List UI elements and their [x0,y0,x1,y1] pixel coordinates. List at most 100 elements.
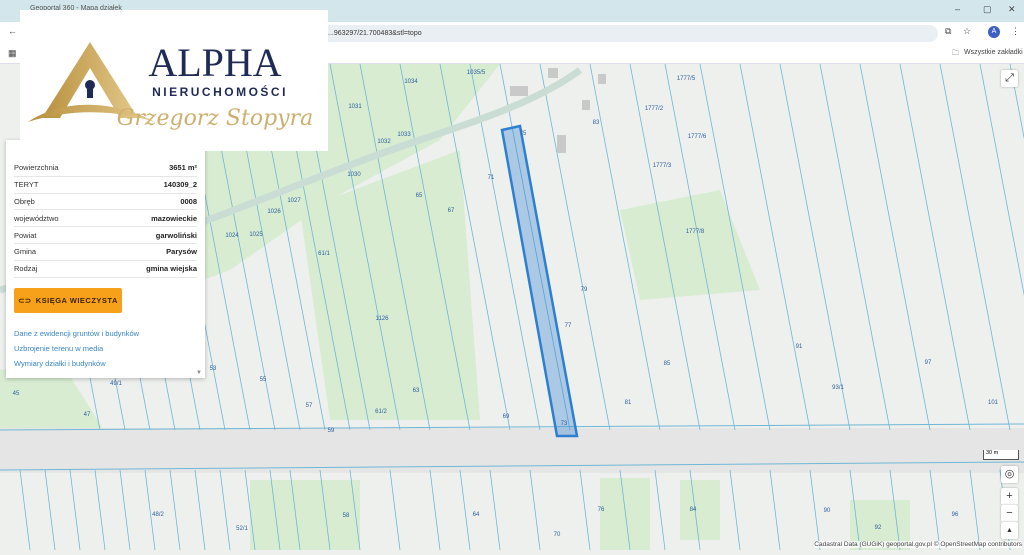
zoom-out-button[interactable]: − [1001,505,1018,522]
cast-icon[interactable]: ⧉ [945,26,951,37]
folder-icon: 🗀 [952,50,959,57]
info-row: województwo mazowieckie [14,210,197,228]
parcel-label[interactable]: 57 [306,403,313,409]
parcel-label[interactable]: 47 [84,412,91,418]
info-label: Gmina [14,247,37,257]
info-label: Powiat [14,230,37,240]
parcel-label[interactable]: 53 [210,366,217,372]
parcel-label[interactable]: 91 [796,344,803,350]
parcel-label[interactable]: 55 [260,377,267,383]
svg-text:ALPHA: ALPHA [148,40,281,85]
fullscreen-button[interactable]: ⤢ [1001,70,1018,87]
parcel-label[interactable]: 1033 [397,132,411,138]
parcel-label[interactable]: 93/1 [832,385,844,391]
info-row: Obręb 0008 [14,194,197,211]
info-value: garwoliński [155,230,197,240]
info-row: Gmina Parysów [14,244,197,261]
parcel-label[interactable]: 1777/5 [677,76,696,82]
back-icon[interactable]: ← [8,26,17,36]
parcel-label[interactable]: 52/1 [236,526,248,532]
compass-button[interactable]: ▲ [1001,522,1018,539]
parcel-label[interactable]: 63 [413,388,420,394]
info-value: mazowieckie [151,213,197,223]
link-utilities[interactable]: Uzbrojenie terenu w media [14,344,103,353]
apps-icon[interactable]: ▦ [8,48,17,59]
menu-icon[interactable]: ⋮ [1011,26,1020,37]
parcel-label[interactable]: 1032 [377,139,391,145]
parcel-label[interactable]: 1777/6 [688,134,707,140]
scale-bar: 30 m [983,450,1019,460]
parcel-label[interactable]: 59 [328,428,335,434]
parcel-label[interactable]: 49/1 [110,381,122,387]
parcel-label[interactable]: 61/2 [375,409,387,415]
parcel-label[interactable]: 65 [416,193,423,199]
parcel-label[interactable]: 69 [503,414,510,420]
parcel-label[interactable]: 75 [520,131,527,137]
parcel-label[interactable]: 48/2 [152,512,164,518]
restore-button[interactable]: ▢ [983,4,992,15]
parcel-label[interactable]: 1025 [249,232,263,238]
parcel-label[interactable]: 79 [581,287,588,293]
parcel-label[interactable]: 1034 [404,79,418,85]
minimize-button[interactable]: – [955,4,960,14]
parcel-label[interactable]: 70 [554,532,561,538]
parcel-label[interactable]: 73 [561,421,568,427]
logo-triangle-icon: ALPHA NIERUCHOMOŚCI Grzegorz Stopyra [28,40,313,131]
link-dimensions[interactable]: Wymiary działki i budynków [14,359,106,368]
parcel-label[interactable]: 1026 [267,209,281,215]
alpha-logo-watermark: ALPHA NIERUCHOMOŚCI Grzegorz Stopyra [20,10,328,151]
parcel-label[interactable]: 83 [593,120,600,126]
parcel-label[interactable]: 92 [875,525,882,531]
parcel-label[interactable]: 76 [598,507,605,513]
info-label: województwo [14,213,59,223]
parcel-label[interactable]: 90 [824,508,831,514]
parcel-label[interactable]: 1030 [347,172,361,178]
parcel-label[interactable]: 77 [565,323,572,329]
link-egib[interactable]: Dane z ewidencji gruntów i budynków [14,329,139,338]
profile-avatar[interactable]: A [988,26,1000,38]
ksiega-wieczysta-button[interactable]: ⊂⊃ KSIĘGA WIECZYSTA [14,288,122,313]
parcel-label[interactable]: 58 [343,513,350,519]
parcel-label[interactable]: 1777/2 [645,106,664,112]
parcel-info-panel: Powierzchnia 3651 m² TERYT 140309_2 Obręb 000… [6,140,205,378]
svg-text:Grzegorz Stopyra: Grzegorz Stopyra [117,106,313,131]
scroll-down-icon[interactable]: ▼ [196,370,202,376]
parcel-label[interactable]: 85 [664,361,671,367]
parcel-label[interactable]: 1126 [376,316,390,322]
info-label: Powierzchnia [14,163,59,173]
close-button[interactable]: ✕ [1008,4,1016,15]
parcel-label[interactable]: 1024 [225,233,239,239]
zoom-in-button[interactable]: + [1001,488,1018,505]
parcel-label[interactable]: 1031 [348,104,362,110]
info-value: 0008 [180,196,197,206]
parcel-label[interactable]: 71 [488,175,495,181]
svg-text:NIERUCHOMOŚCI: NIERUCHOMOŚCI [152,84,288,99]
parcel-label[interactable]: 101 [988,400,999,406]
parcel-label[interactable]: 1777/3 [653,163,672,169]
parcel-label[interactable]: 1027 [287,198,301,204]
info-row: Rodzaj gmina wiejska [14,261,197,278]
info-row: TERYT 140309_2 [14,177,197,194]
parcel-label[interactable]: 97 [925,360,932,366]
info-row: Powiat garwoliński [14,227,197,244]
parcel-label[interactable]: 45 [13,391,20,397]
info-value: 3651 m² [169,163,197,173]
info-label: Rodzaj [14,264,38,274]
parcel-label[interactable]: 96 [952,512,959,518]
star-icon[interactable]: ☆ [963,26,971,37]
link-icon: ⊂⊃ [18,296,32,305]
parcel-label[interactable]: 81 [625,400,632,406]
locate-button[interactable]: ◎ [1001,466,1018,483]
parcel-label[interactable]: 67 [448,208,455,214]
parcel-label[interactable]: 1777/8 [686,229,705,235]
all-bookmarks[interactable]: Wszystkie zakładki [964,49,1023,56]
parcel-label[interactable]: 84 [690,507,697,513]
parcel-label[interactable]: 1035/5 [467,70,486,76]
button-label: KSIĘGA WIECZYSTA [35,296,118,305]
parcel-label[interactable]: 61/1 [318,251,330,257]
parcel-label[interactable]: 64 [473,512,480,518]
map-attribution: Cadastral Data (GUGiK) geoportal.gov.pl … [814,541,1022,548]
info-value: Parysów [166,247,197,257]
info-label: Obręb [14,196,35,206]
info-value: gmina wiejska [146,264,197,274]
